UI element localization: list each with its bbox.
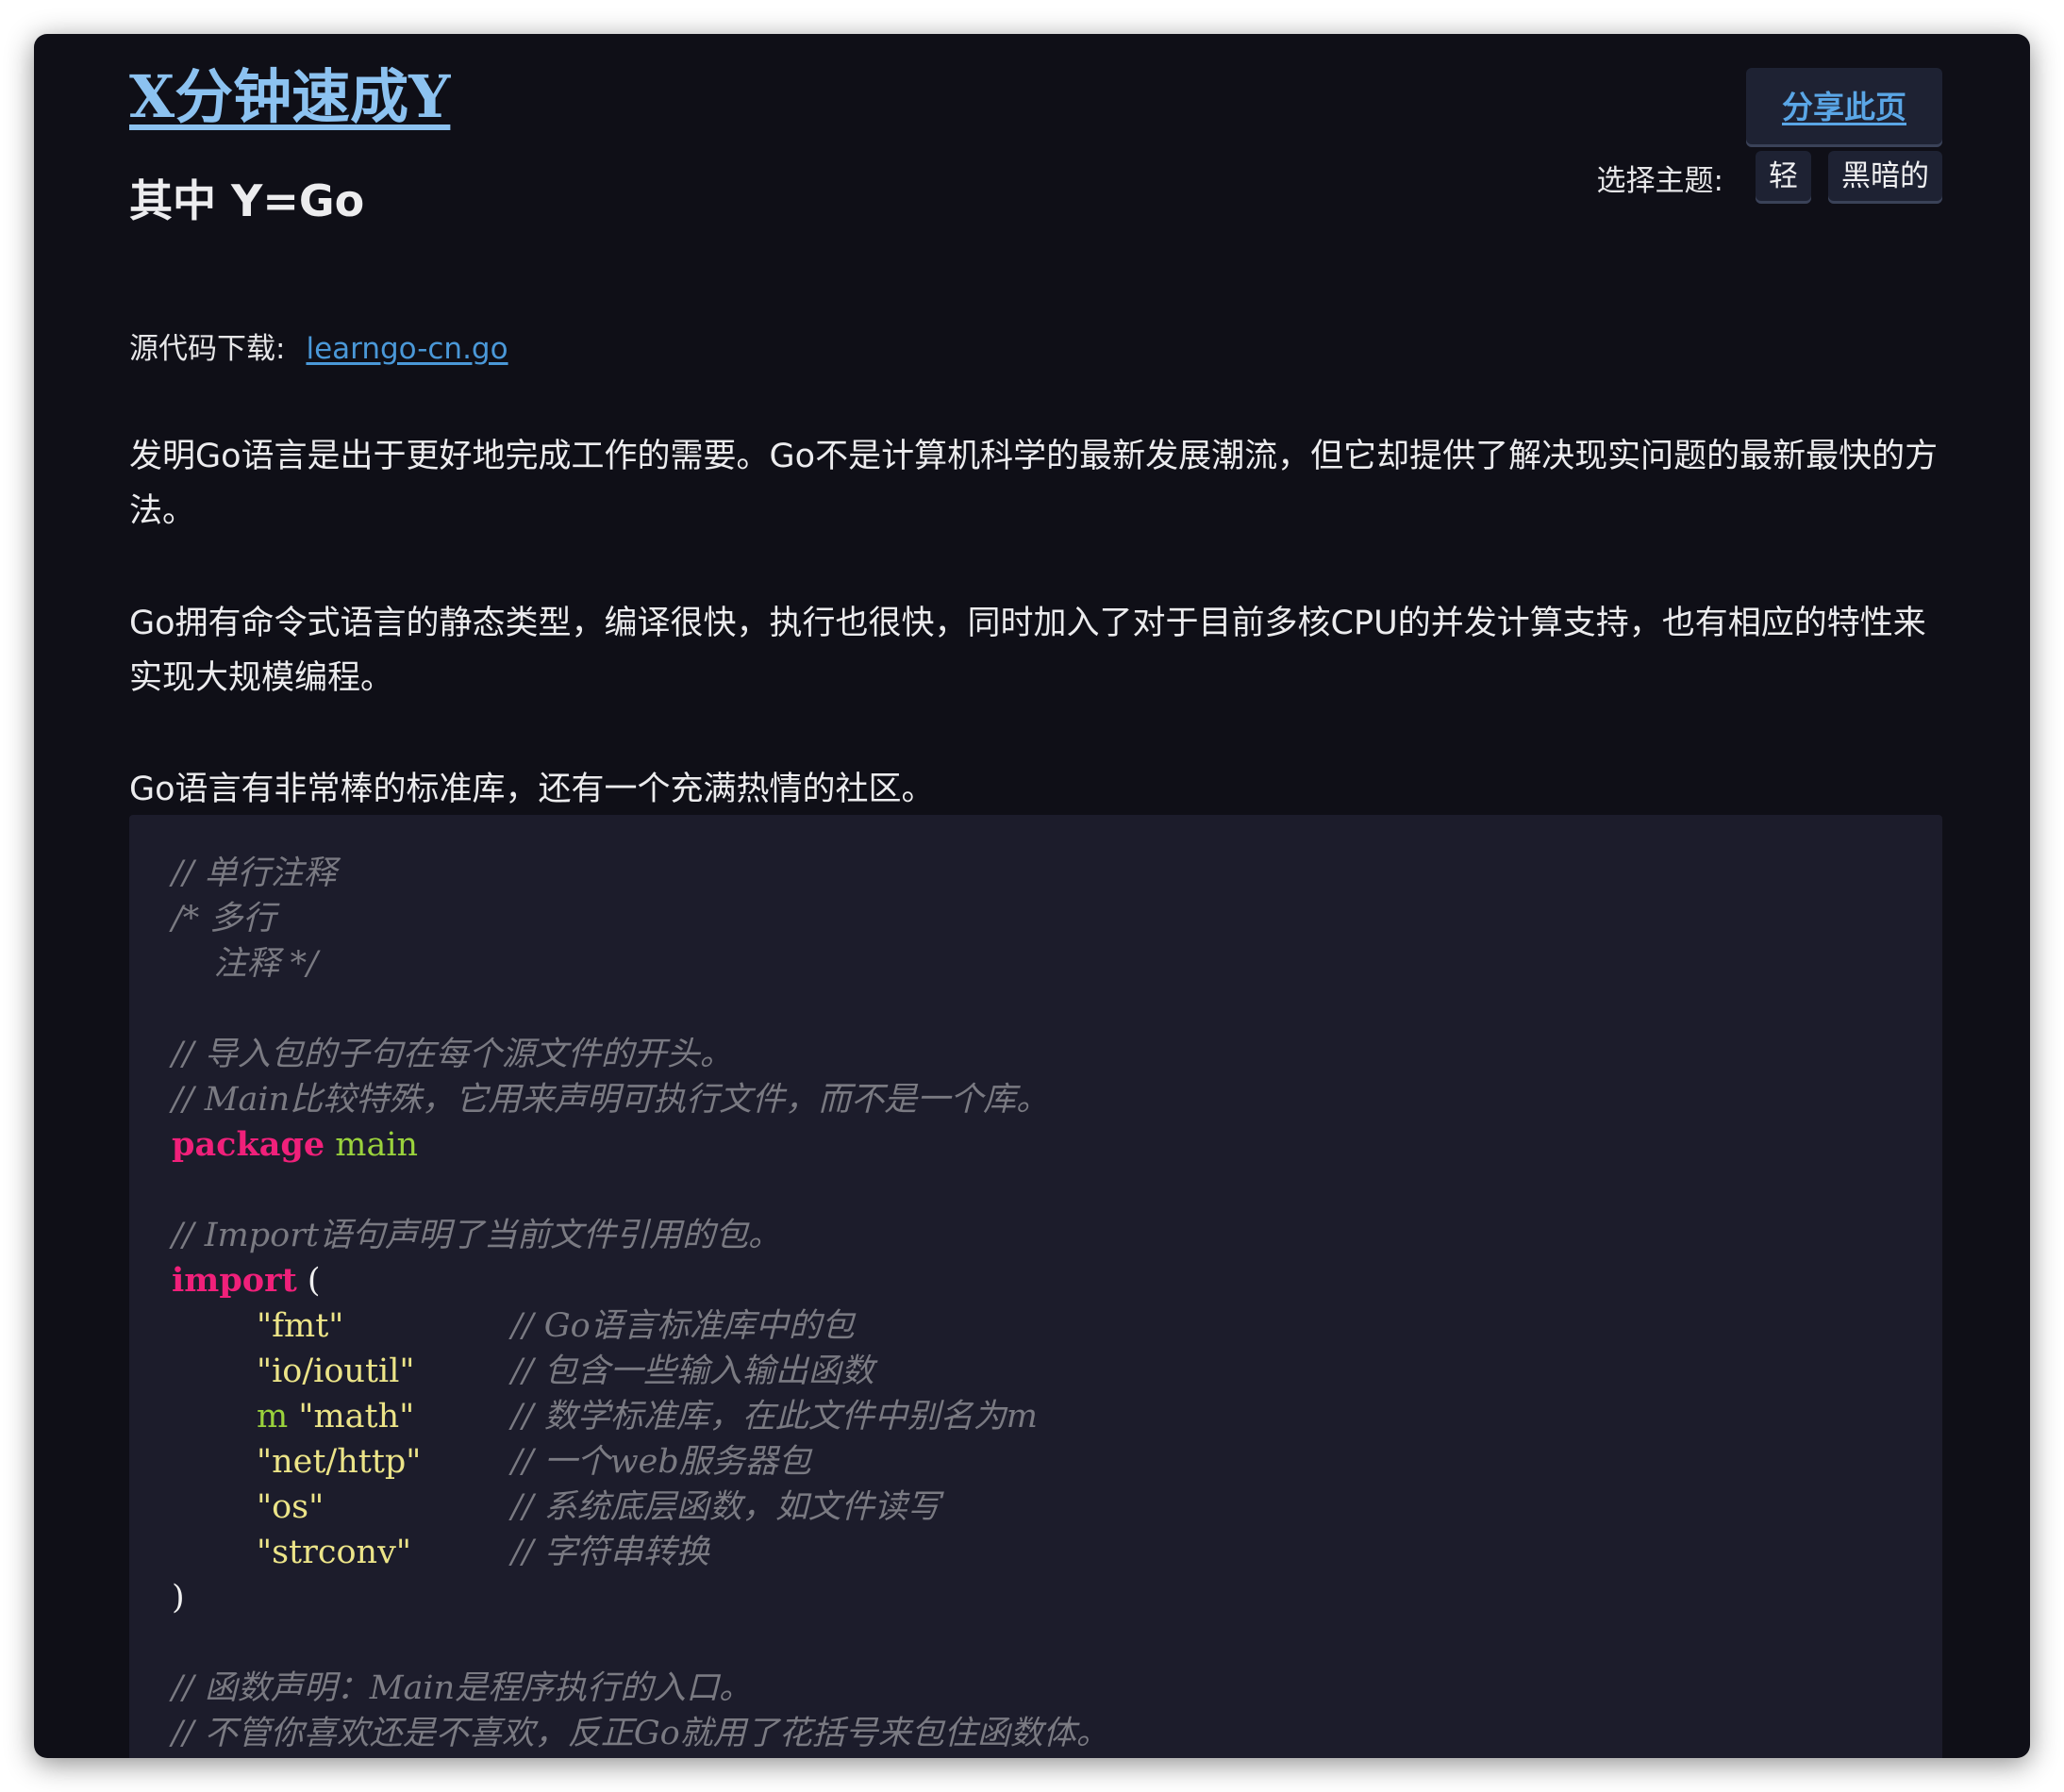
code-string: "fmt" [257,1307,344,1345]
code-keyword: package [172,1125,325,1164]
code-comment: // 函数声明：Main是程序执行的入口。 [172,1669,753,1707]
code-line-11-comment: // Go语言标准库中的包 [511,1303,855,1349]
code-identifier: main [335,1126,419,1164]
code-string: "strconv" [257,1534,411,1571]
code-string: "math" [298,1398,415,1435]
source-download-link[interactable]: learngo-cn.go [306,332,508,366]
code-keyword: import [172,1261,297,1300]
code-string: "os" [257,1488,325,1526]
intro-paragraph-2: Go拥有命令式语言的静态类型，编译很快，执行也很快，同时加入了对于目前多核CPU… [129,605,1926,697]
code-comment: // 数学标准库，在此文件中别名为m [511,1398,1038,1435]
code-line-12-comment: // 包含一些输入输出函数 [511,1349,874,1394]
code-punctuation: ) [172,1579,185,1617]
code-line-14: "net/http" [257,1439,421,1485]
code-comment: // 不管你喜欢还是不喜欢，反正Go就用了花括号来包住函数体。 [172,1715,1109,1752]
code-line-11: "fmt" [257,1303,343,1349]
code-line-19: // 函数声明：Main是程序执行的入口。 [172,1666,752,1711]
theme-label: 选择主题: [1596,163,1723,198]
code-line-14-comment: // 一个web服务器包 [511,1439,811,1485]
site-title-link[interactable]: X分钟速成Y [129,62,450,132]
code-line-15-comment: // 系统底层函数，如文件读写 [511,1485,940,1530]
code-comment: // 包含一些输入输出函数 [511,1352,874,1390]
code-comment: // 单行注释 [172,855,337,892]
source-download: 源代码下载: learngo-cn.go [129,324,508,367]
code-line-9: // Import语句声明了当前文件引用的包。 [172,1213,781,1258]
code-line-21: func main() { [172,1756,395,1758]
code-comment: // Main比较特殊，它用来声明可执行文件，而不是一个库。 [172,1081,1050,1119]
code-comment: // 字符串转换 [511,1534,709,1571]
code-comment: // Import语句声明了当前文件引用的包。 [172,1217,781,1254]
code-block: // 单行注释 /* 多行 注释 */ // 导入包的子句在每个源文件的开头。 … [129,815,1942,1758]
code-comment: 注释 */ [172,945,318,983]
code-line-5: // 导入包的子句在每个源文件的开头。 [172,1032,733,1077]
code-comment: // Go语言标准库中的包 [511,1307,855,1345]
code-string: "net/http" [257,1443,422,1481]
code-comment: /* 多行 [172,900,276,937]
code-line-13-comment: // 数学标准库，在此文件中别名为m [511,1394,1038,1439]
intro-paragraph-3: Go语言有非常棒的标准库，还有一个充满热情的社区。 [129,771,935,808]
code-line-20: // 不管你喜欢还是不喜欢，反正Go就用了花括号来包住函数体。 [172,1711,1109,1756]
code-line-2: /* 多行 [172,896,275,941]
intro-paragraph-1: 发明Go语言是出于更好地完成工作的需要。Go不是计算机科学的最新发展潮流，但它却… [129,438,1939,530]
code-line-1: // 单行注释 [172,851,337,896]
source-download-label: 源代码下载: [129,332,286,366]
theme-selector: 选择主题: 轻 黑暗的 [1597,149,1942,206]
page-subtitle: 其中 Y=Go [129,175,365,226]
share-page-button[interactable]: 分享此页 [1746,68,1942,147]
code-line-15: "os" [257,1485,324,1530]
code-comment: // 导入包的子句在每个源文件的开头。 [172,1036,733,1073]
code-string: "io/ioutil" [257,1352,415,1390]
code-line-6: // Main比较特殊，它用来声明可执行文件，而不是一个库。 [172,1077,1049,1122]
code-line-3: 注释 */ [172,941,318,987]
code-punctuation: ( [307,1262,321,1300]
theme-light-button[interactable]: 轻 [1756,151,1811,204]
code-line-13: m "math" [257,1394,414,1439]
code-line-12: "io/ioutil" [257,1349,415,1394]
code-comment: // 系统底层函数，如文件读写 [511,1488,940,1526]
code-identifier: m [257,1398,289,1435]
browser-window: X分钟速成Y 其中 Y=Go 分享此页 选择主题: 轻 黑暗的 源代码下载: le… [34,34,2030,1758]
code-comment: // 一个web服务器包 [511,1443,811,1481]
code-line-7: package main [172,1122,418,1168]
code-line-16: "strconv" [257,1530,411,1575]
code-line-10: import ( [172,1258,321,1303]
theme-dark-button[interactable]: 黑暗的 [1828,151,1942,204]
code-line-17: ) [172,1575,185,1620]
code-line-16-comment: // 字符串转换 [511,1530,709,1575]
